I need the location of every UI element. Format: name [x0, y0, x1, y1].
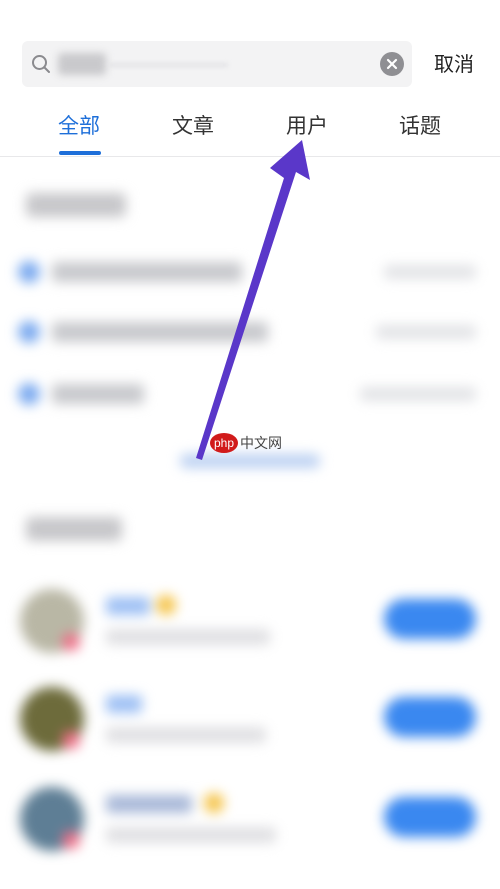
search-query-blurred [58, 53, 106, 75]
search-icon [32, 55, 50, 73]
avatar-badge [62, 633, 80, 651]
topic-meta [360, 387, 476, 401]
tab-topics[interactable]: 话题 [399, 112, 441, 140]
search-bar: 取消 [0, 0, 500, 100]
watermark-logo: php [210, 432, 238, 453]
list-item[interactable] [16, 313, 486, 349]
follow-button[interactable] [384, 599, 476, 639]
watermark-text: 中文网 [240, 435, 282, 452]
section-title-topics [26, 193, 126, 217]
follow-button[interactable] [384, 797, 476, 837]
tab-all[interactable]: 全部 [58, 112, 100, 140]
user-description [106, 727, 266, 743]
list-item[interactable] [14, 583, 494, 663]
watermark: php 中文网 [210, 432, 282, 454]
list-item[interactable] [14, 681, 494, 761]
topic-icon [18, 261, 40, 283]
list-item[interactable] [14, 781, 494, 861]
section-title-users [26, 517, 122, 541]
list-item[interactable] [16, 253, 486, 289]
user-name [106, 795, 192, 813]
follow-button[interactable] [384, 697, 476, 737]
avatar-badge [62, 731, 80, 749]
topic-icon [18, 321, 40, 343]
active-tab-indicator [59, 151, 101, 155]
clear-icon[interactable] [380, 52, 404, 76]
topic-title [52, 322, 268, 342]
list-item[interactable] [16, 375, 486, 411]
user-description [106, 827, 276, 843]
cancel-button[interactable]: 取消 [434, 52, 474, 76]
vip-icon [204, 793, 224, 813]
topic-title [52, 384, 144, 404]
tab-bar: 全部 文章 用户 话题 [0, 100, 500, 157]
search-results-blurred [0, 157, 500, 889]
topic-meta [384, 265, 476, 279]
tab-users[interactable]: 用户 [286, 112, 328, 140]
user-name [106, 695, 142, 713]
avatar-badge [62, 831, 80, 849]
topic-meta [376, 325, 476, 339]
user-description [106, 629, 270, 645]
see-more-link[interactable] [180, 454, 320, 468]
tab-articles[interactable]: 文章 [172, 112, 214, 140]
search-query-blurred-tail [108, 63, 228, 67]
topic-title [52, 262, 242, 282]
vip-icon [156, 595, 176, 615]
search-input[interactable] [22, 41, 412, 87]
user-name [106, 597, 150, 615]
topic-icon [18, 383, 40, 405]
